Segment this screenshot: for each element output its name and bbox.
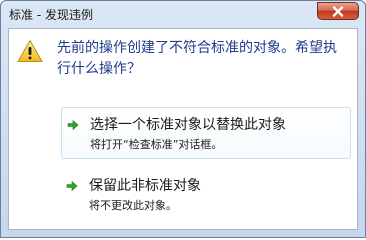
title-bar[interactable]: 标准 - 发现违例: [1, 1, 365, 27]
close-button[interactable]: [317, 2, 359, 20]
command-link-label: 保留此非标准对象: [89, 178, 201, 194]
warning-icon: [17, 40, 43, 62]
command-link-note: 将不更改此对象。: [89, 199, 177, 212]
command-link-label: 选择一个标准对象以替换此对象: [90, 117, 286, 133]
main-instruction: 先前的操作创建了不符合标准的对象。希望执行什么操作？: [57, 40, 337, 77]
command-link-keep[interactable]: 保留此非标准对象 将不更改此对象。: [61, 169, 351, 221]
close-icon: [332, 6, 344, 17]
dialog-window: 标准 - 发现违例 先前的操作创建了不符合标准的对象。希望执行什么操作？ 选择一…: [0, 0, 366, 238]
command-link-note: 将打开“检查标准”对话框。: [90, 138, 223, 151]
command-link-replace[interactable]: 选择一个标准对象以替换此对象 将打开“检查标准”对话框。: [61, 107, 351, 159]
green-arrow-icon: [67, 119, 79, 131]
green-arrow-icon: [66, 180, 78, 192]
window-title: 标准 - 发现违例: [9, 8, 93, 22]
dialog-content: 先前的操作创建了不符合标准的对象。希望执行什么操作？ 选择一个标准对象以替换此对…: [8, 28, 358, 230]
